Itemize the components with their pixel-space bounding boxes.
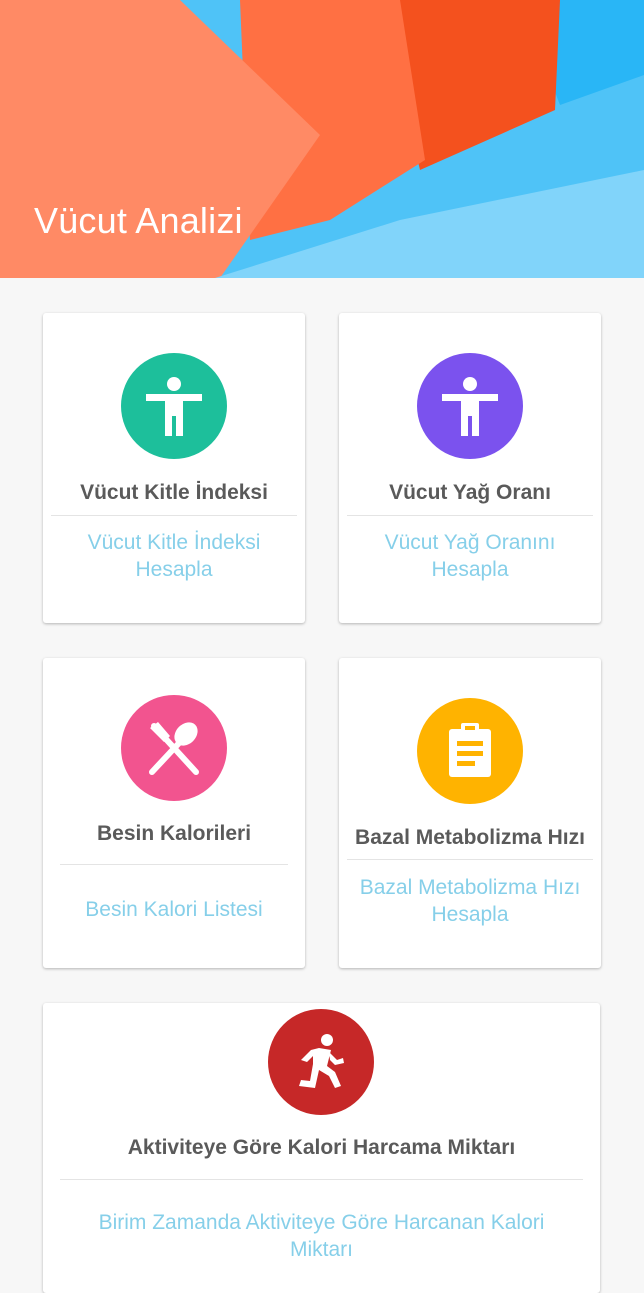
bmr-card[interactable]: Bazal Metabolizma Hızı Bazal Metabolizma… bbox=[339, 658, 601, 968]
body-fat-calculate-link[interactable]: Vücut Yağ Oranını Hesapla bbox=[349, 529, 591, 583]
page-title: Vücut Analizi bbox=[34, 200, 243, 241]
body-fat-divider bbox=[347, 515, 593, 516]
body-fat-icon-circle bbox=[417, 353, 523, 459]
accessibility-icon bbox=[146, 377, 202, 436]
body-fat-title: Vücut Yağ Oranı bbox=[389, 481, 551, 504]
food-calorie-list-link[interactable]: Besin Kalori Listesi bbox=[53, 896, 295, 923]
running-icon bbox=[299, 1034, 344, 1088]
food-icon-circle bbox=[121, 695, 227, 801]
food-calories-divider bbox=[60, 864, 288, 865]
bmr-icon-circle bbox=[417, 698, 523, 804]
activity-calorie-link[interactable]: Birim Zamanda Aktiviteye Göre Harcanan K… bbox=[67, 1209, 576, 1263]
activity-icon-circle bbox=[268, 1009, 374, 1115]
food-calories-card[interactable]: Besin Kalorileri Besin Kalori Listesi bbox=[43, 658, 305, 968]
bmi-calculate-link[interactable]: Vücut Kitle İndeksi Hesapla bbox=[53, 529, 295, 583]
activity-card[interactable]: Aktiviteye Göre Kalori Harcama Miktarı B… bbox=[43, 1003, 600, 1293]
activity-divider bbox=[60, 1179, 583, 1180]
header-banner: Vücut Analizi bbox=[0, 0, 644, 278]
bmr-calculate-link[interactable]: Bazal Metabolizma Hızı Hesapla bbox=[349, 874, 591, 928]
clipboard-icon bbox=[449, 723, 491, 777]
bmi-title: Vücut Kitle İndeksi bbox=[80, 481, 268, 504]
food-calories-title: Besin Kalorileri bbox=[96, 822, 252, 845]
bmi-divider bbox=[51, 515, 297, 516]
body-fat-card[interactable]: Vücut Yağ Oranı Vücut Yağ Oranını Hesapl… bbox=[339, 313, 601, 623]
activity-title: Aktiviteye Göre Kalori Harcama Miktarı bbox=[127, 1136, 516, 1159]
bmr-divider bbox=[347, 859, 593, 860]
bmi-icon-circle bbox=[121, 353, 227, 459]
restaurant-icon bbox=[149, 722, 199, 775]
accessibility-icon bbox=[442, 377, 498, 436]
bmr-title: Bazal Metabolizma Hızı bbox=[355, 826, 585, 849]
bmi-card[interactable]: Vücut Kitle İndeksi Vücut Kitle İndeksi … bbox=[43, 313, 305, 623]
